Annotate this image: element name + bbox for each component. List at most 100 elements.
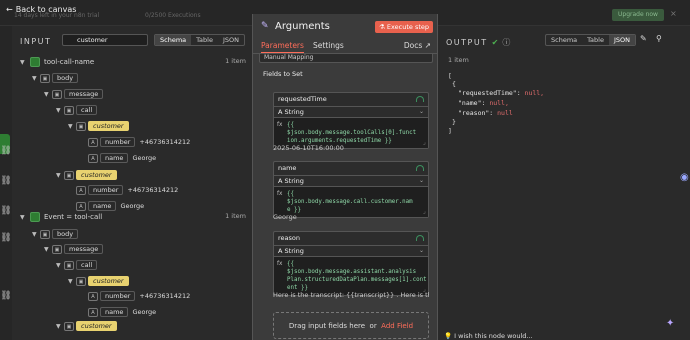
field-name: requestedTime	[278, 95, 327, 103]
pin-icon[interactable]: ⚲	[656, 34, 662, 43]
value-text: +46736314212	[139, 292, 191, 300]
link-icon[interactable]: ⛓	[0, 206, 12, 220]
key-pill: name	[88, 201, 117, 211]
fx-icon: fx	[277, 122, 283, 128]
chevron-down-icon[interactable]: ▼	[44, 91, 52, 98]
field-name: name	[278, 164, 297, 172]
tree-row[interactable]: ▼ ▣ call	[56, 259, 98, 271]
drag-handle-icon[interactable]	[416, 235, 424, 241]
executions-text: 0/2500 Executions	[145, 12, 201, 19]
tree-row[interactable]: A number +46736314212	[88, 136, 190, 148]
object-icon: ▣	[76, 121, 86, 131]
tree-row[interactable]: A number +46736314212	[76, 184, 178, 196]
flask-icon: ⚗	[378, 23, 387, 31]
upgrade-button[interactable]: Upgrade now	[612, 9, 664, 21]
mode-select[interactable]: Manual Mapping	[259, 54, 433, 63]
key-pill: number	[88, 185, 124, 195]
tree-row[interactable]: ▼ ▣ body	[32, 72, 79, 84]
sparkle-icon[interactable]: ✦	[666, 318, 674, 329]
link-icon[interactable]: ⛓	[0, 233, 12, 247]
tab-schema[interactable]: Schema	[155, 35, 192, 45]
item-count: 1 item	[225, 57, 246, 65]
add-field-button[interactable]: Add Field	[381, 322, 413, 330]
tab-json[interactable]: JSON	[218, 35, 244, 45]
pencil-icon[interactable]: ✎	[640, 34, 647, 43]
drag-drop-zone[interactable]: Drag input fields here or Add Field	[273, 312, 429, 339]
chevron-down-icon[interactable]: ▼	[32, 75, 40, 82]
tree-row[interactable]: ▼ ▣ message	[44, 243, 104, 255]
chevron-down-icon[interactable]: ⌄	[419, 246, 424, 256]
chevron-down-icon[interactable]: ▼	[20, 59, 28, 66]
field-type-select[interactable]: A String ⌄	[274, 176, 428, 187]
lightbulb-icon: 💡	[444, 332, 453, 340]
tab-table[interactable]: Table	[582, 35, 609, 45]
field-type-select[interactable]: A String ⌄	[274, 107, 428, 118]
drag-handle-icon[interactable]	[416, 96, 424, 102]
string-type-icon: A	[88, 291, 98, 301]
object-icon: ▣	[64, 321, 74, 331]
close-icon[interactable]: ×	[670, 9, 677, 18]
chevron-down-icon[interactable]: ▼	[68, 123, 76, 130]
tab-json[interactable]: JSON	[608, 35, 635, 45]
key-pill: call	[76, 260, 98, 270]
node-name: Event = tool-call	[44, 213, 103, 221]
json-line: [	[448, 72, 452, 80]
json-key: "reason":	[458, 109, 498, 117]
tab-parameters[interactable]: Parameters	[261, 41, 304, 53]
tab-schema[interactable]: Schema	[546, 35, 582, 45]
execute-step-button[interactable]: ⚗ Execute step	[375, 21, 433, 33]
chevron-down-icon[interactable]: ▼	[68, 278, 76, 285]
chevron-down-icon[interactable]: ▼	[56, 323, 64, 330]
object-icon: ▣	[52, 244, 62, 254]
tree-row[interactable]: A name George	[88, 152, 156, 164]
docs-link[interactable]: Docs ↗	[404, 41, 431, 50]
json-line: }	[452, 118, 456, 126]
chevron-down-icon[interactable]: ▼	[44, 246, 52, 253]
json-line: "requestedTime": null,	[458, 89, 544, 97]
object-icon: ▣	[76, 276, 86, 286]
tree-row[interactable]: ▼ ▣ customer	[68, 275, 129, 287]
tree-row[interactable]: ▼ ▣ customer	[68, 120, 129, 132]
tree-row[interactable]: ▼ ▣ customer	[56, 320, 117, 332]
key-pill-highlighted: customer	[88, 121, 129, 131]
chevron-down-icon[interactable]: ⌄	[419, 107, 424, 117]
panel-header: ✎ Arguments ⚗ Execute step	[253, 14, 439, 40]
field-name-input[interactable]: requestedTime	[274, 93, 428, 107]
tree-row[interactable]: A number +46736314212	[88, 290, 190, 302]
node-icon	[30, 57, 40, 67]
tree-node-row[interactable]: ▼ tool-call-name	[20, 56, 94, 68]
chevron-down-icon[interactable]: ▼	[32, 231, 40, 238]
field-name-input[interactable]: name	[274, 162, 428, 176]
chevron-down-icon[interactable]: ⌄	[419, 176, 424, 186]
tab-settings[interactable]: Settings	[313, 41, 344, 50]
expression-editor[interactable]: fx {{ $json.body.message.assistant.analy…	[274, 257, 428, 295]
tree-row[interactable]: ▼ ▣ message	[44, 88, 104, 100]
edit-pencil-icon: ✎	[261, 21, 269, 31]
string-type-icon: A	[88, 153, 98, 163]
key-pill: message	[64, 89, 104, 99]
feedback-prompt[interactable]: 💡 I wish this node would...	[444, 332, 533, 340]
json-line: "name": null,	[458, 99, 509, 107]
tab-table[interactable]: Table	[191, 35, 218, 45]
node-title[interactable]: Arguments	[275, 21, 330, 32]
ai-assistant-icon[interactable]: ◉	[680, 172, 689, 183]
link-icon[interactable]: ⛓	[0, 291, 12, 305]
string-type-icon: A	[76, 201, 86, 211]
chevron-down-icon[interactable]: ▼	[20, 214, 28, 221]
field-type-select[interactable]: A String ⌄	[274, 246, 428, 257]
chevron-down-icon[interactable]: ▼	[56, 107, 64, 114]
tree-node-row[interactable]: ▼ Event = tool-call	[20, 211, 102, 223]
tree-row[interactable]: ▼ ▣ call	[56, 104, 98, 116]
tree-row[interactable]: ▼ ▣ customer	[56, 169, 117, 181]
search-input[interactable]	[62, 34, 148, 46]
tree-row[interactable]: ▼ ▣ body	[32, 228, 79, 240]
link-icon[interactable]: ⛓	[0, 146, 12, 160]
chevron-down-icon[interactable]: ▼	[56, 262, 64, 269]
drag-handle-icon[interactable]	[416, 165, 424, 171]
expression-result: George	[273, 213, 297, 221]
tree-row[interactable]: A name George	[88, 306, 156, 318]
field-name-input[interactable]: reason	[274, 232, 428, 246]
link-icon[interactable]: ⛓	[0, 176, 12, 190]
expression-line: {{ $json.body.message.toolCalls[0].funct	[287, 122, 417, 136]
chevron-down-icon[interactable]: ▼	[56, 172, 64, 179]
